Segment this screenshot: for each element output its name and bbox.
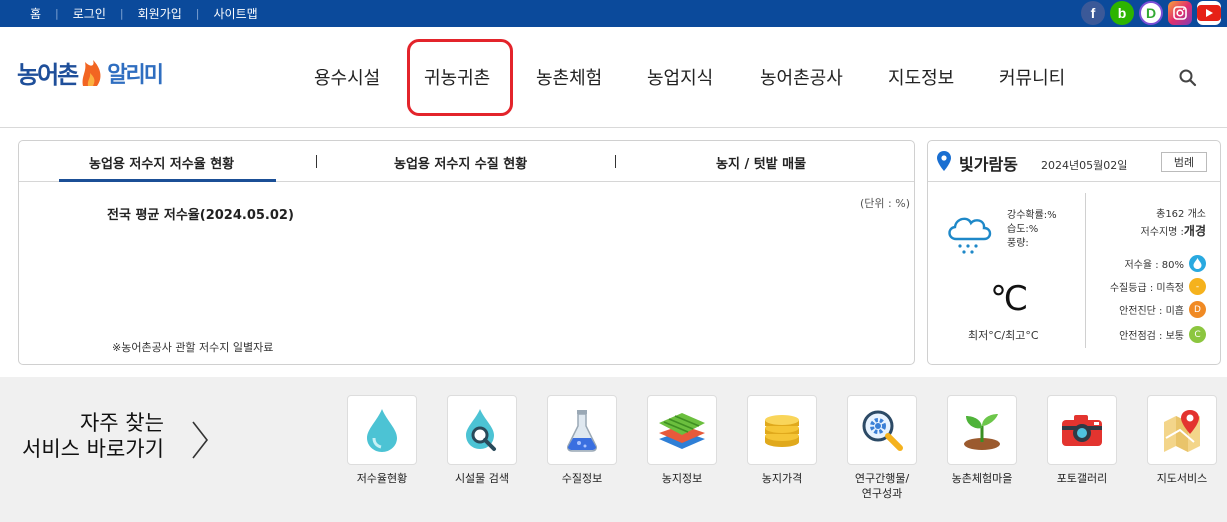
sitemap-link[interactable]: 사이트맵 [200, 5, 272, 22]
quick-services-title: 자주 찾는 서비스 바로가기 [22, 411, 164, 461]
facebook-icon[interactable]: f [1081, 1, 1105, 25]
rain-cloud-icon [948, 217, 992, 254]
home-link[interactable]: 홈 [20, 5, 55, 22]
farmland-layers-icon [647, 395, 717, 465]
camera-icon [1047, 395, 1117, 465]
tab-farmland-listing[interactable]: 농지 / 텃밭 매물 [716, 153, 806, 172]
menu-farm-knowledge[interactable]: 농업지식 [647, 64, 713, 90]
chevron-right-icon [192, 421, 209, 459]
youtube-icon[interactable] [1197, 1, 1221, 25]
inspection-badge-icon: C [1189, 326, 1206, 343]
rain-probability: 강수확률:% [1007, 210, 1057, 221]
reservoir-name: 저수지명 : 개경 [1140, 224, 1206, 238]
service-farmland-info[interactable]: 농지정보 [646, 395, 718, 486]
menu-water-facilities[interactable]: 용수시설 [314, 64, 380, 90]
service-research[interactable]: 연구간행물/ 연구성과 [846, 395, 918, 501]
active-tab-indicator [59, 179, 276, 182]
signup-link[interactable]: 회원가입 [124, 5, 196, 22]
instagram-icon[interactable] [1168, 1, 1192, 25]
logo-text-right: 알리미 [107, 62, 164, 88]
location-name[interactable]: 빛가람동 [959, 151, 1018, 175]
service-map[interactable]: 지도서비스 [1146, 395, 1218, 486]
reservoir-tabs: 농업용 저수지 저수율 현황 농업용 저수지 수질 현황 농지 / 텃밭 매물 [19, 141, 914, 182]
logo-text-left: 농어촌 [17, 61, 79, 89]
band-icon[interactable]: D [1139, 1, 1163, 25]
service-photo-gallery[interactable]: 포토갤러리 [1046, 395, 1118, 486]
magnifier-gear-icon [847, 395, 917, 465]
tab-water-quality[interactable]: 농업용 저수지 수질 현황 [394, 153, 527, 172]
service-rural-village[interactable]: 농촌체험마을 [946, 395, 1018, 486]
social-links: f b D [1081, 1, 1221, 25]
divider [1085, 193, 1086, 348]
tab-reservoir-rate[interactable]: 농업용 저수지 저수율 현황 [89, 153, 234, 172]
map-pin-icon [1147, 395, 1217, 465]
weather-header: 빛가람동 2024년05월02일 범례 [928, 141, 1220, 182]
flask-icon [547, 395, 617, 465]
location-pin-icon [937, 151, 951, 171]
temperature: ℃ [990, 279, 1029, 319]
diagnosis-badge-icon: D [1189, 301, 1206, 318]
top-bar: 홈 | 로그인 | 회원가입 | 사이트맵 f b D [0, 0, 1227, 27]
humidity: 습도:% [1007, 224, 1039, 235]
safety-inspection: 안전점검 : 보통 C [1119, 326, 1206, 343]
service-reservoir-rate[interactable]: 저수율현황 [346, 395, 418, 486]
weather-info: 강수확률:% 습도:% 풍량: [1007, 209, 1057, 251]
min-max-temperature: 최저°C/최고°C [968, 329, 1039, 342]
menu-rural-experience[interactable]: 농촌체험 [536, 64, 602, 90]
water-drop-icon [347, 395, 417, 465]
data-note: ※농어촌공사 관할 저수지 일별자료 [112, 341, 274, 354]
highlight-box [407, 39, 513, 116]
sprout-icon [947, 395, 1017, 465]
drop-search-icon [447, 395, 517, 465]
quality-badge-icon: - [1189, 278, 1206, 295]
quick-services: 자주 찾는 서비스 바로가기 저수율현황 시설물 검색 수질정보 농지정보 농지… [0, 377, 1227, 522]
water-drop-icon [1189, 255, 1206, 272]
login-link[interactable]: 로그인 [59, 5, 120, 22]
search-icon[interactable] [1178, 68, 1198, 88]
service-facility-search[interactable]: 시설물 검색 [446, 395, 518, 486]
menu-map-info[interactable]: 지도정보 [888, 64, 954, 90]
reservoir-panel: 농업용 저수지 저수율 현황 농업용 저수지 수질 현황 농지 / 텃밭 매물 … [18, 140, 915, 365]
weather-panel: 빛가람동 2024년05월02일 범례 강수확률:% 습도:% 풍량: ℃ 최저… [927, 140, 1221, 365]
reservoir-rate: 저수율 : 80% [1124, 255, 1206, 272]
unit-label: (단위 : %) [860, 197, 910, 210]
site-logo[interactable]: 농어촌 알리미 [17, 55, 164, 90]
utility-links: 홈 | 로그인 | 회원가입 | 사이트맵 [20, 0, 272, 27]
menu-krc[interactable]: 농어촌공사 [760, 64, 843, 90]
tab-separator [615, 155, 616, 168]
tab-separator [316, 155, 317, 168]
water-quality-grade: 수질등급 : 미측정 - [1110, 278, 1206, 295]
legend-button[interactable]: 범례 [1161, 152, 1207, 172]
blog-icon[interactable]: b [1110, 1, 1134, 25]
safety-diagnosis: 안전진단 : 미흡 D [1119, 301, 1206, 318]
coins-icon [747, 395, 817, 465]
weather-date: 2024년05월02일 [1041, 159, 1128, 172]
rainfall: 풍량: [1007, 238, 1029, 249]
logo-mark-icon [82, 59, 101, 86]
reservoir-count: 총162 개소 [1156, 209, 1206, 220]
average-rate-title: 전국 평균 저수율(2024.05.02) [107, 208, 294, 223]
menu-community[interactable]: 커뮤니티 [999, 64, 1065, 90]
service-water-quality[interactable]: 수질정보 [546, 395, 618, 486]
header: 농어촌 알리미 용수시설 귀농귀촌 농촌체험 농업지식 농어촌공사 지도정보 커… [0, 27, 1227, 128]
service-farmland-price[interactable]: 농지가격 [746, 395, 818, 486]
